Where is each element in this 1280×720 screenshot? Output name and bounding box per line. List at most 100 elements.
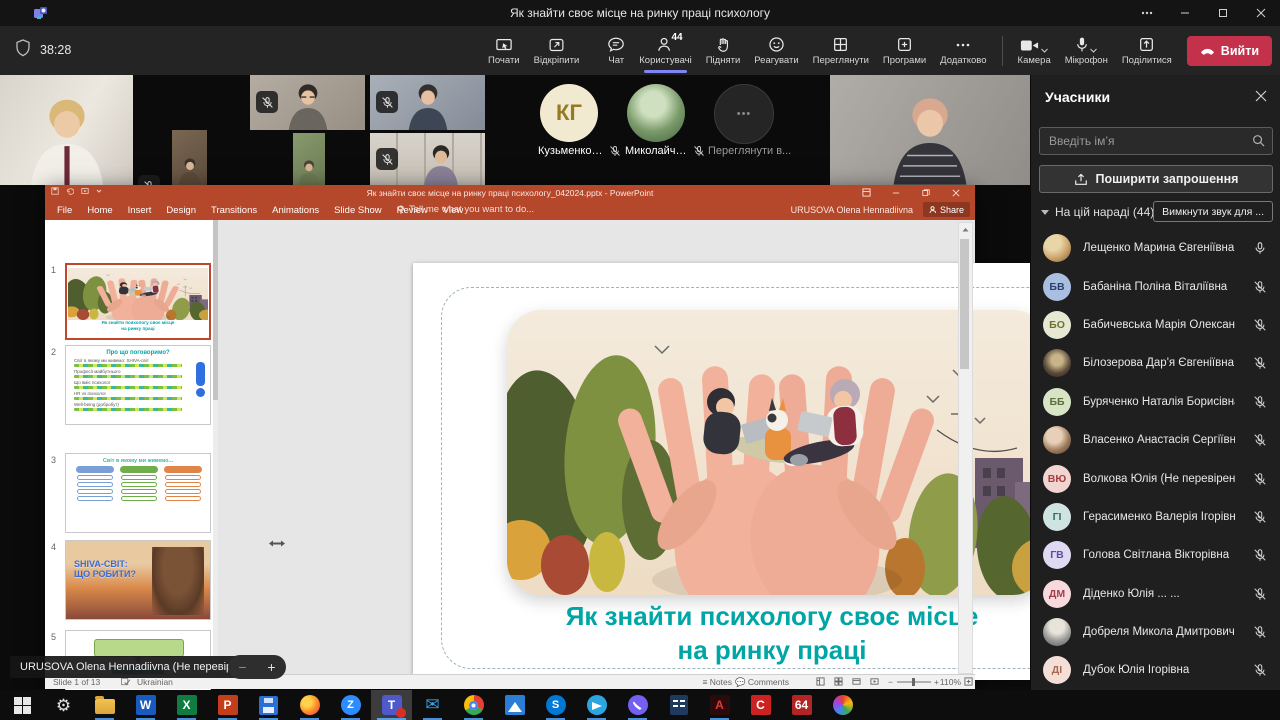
excel-taskbar-icon[interactable]: X — [166, 690, 207, 720]
participant-row[interactable]: Власенко Анастасія Сергіївна — [1031, 421, 1280, 459]
sorter-view-icon[interactable] — [834, 677, 843, 686]
chat-button[interactable]: Чат — [600, 26, 632, 75]
notes-button[interactable]: ≡ Notes — [702, 677, 732, 687]
zoom-out-button[interactable]: − — [888, 677, 893, 687]
video-tile[interactable] — [0, 75, 133, 185]
view-more-label[interactable]: Переглянути в... — [708, 145, 791, 157]
telegram-taskbar-icon[interactable] — [576, 690, 617, 720]
mic-off-icon[interactable] — [1253, 510, 1267, 524]
slide-thumbnail-3[interactable]: Світ в якому ми живемо... — [65, 453, 211, 533]
slide-thumbnail-4[interactable]: SHIVA-СВІТ:ЩО РОБИТИ? — [65, 540, 211, 620]
ppt-share-button[interactable]: Share — [923, 202, 970, 217]
slide-scrollbar[interactable] — [958, 222, 973, 674]
mic-off-icon[interactable] — [1253, 548, 1267, 562]
start-taskbar-icon[interactable] — [2, 690, 43, 720]
start-recording-button[interactable]: Почати — [481, 26, 527, 75]
participant-row[interactable]: БББуряченко Наталія Борисівна — [1031, 383, 1280, 421]
window-minimize-icon[interactable] — [1166, 0, 1204, 26]
participant-row[interactable]: БВБабаніна Поліна Віталіївна — [1031, 267, 1280, 305]
slideshow-view-icon[interactable] — [870, 677, 879, 686]
zoom-taskbar-icon[interactable]: Z — [330, 690, 371, 720]
photos-taskbar-icon[interactable] — [494, 690, 535, 720]
acrobat-taskbar-icon[interactable]: A — [699, 690, 740, 720]
zoom-level[interactable]: 110% — [940, 677, 961, 687]
camera-chevron-icon[interactable] — [1041, 48, 1048, 53]
ribbon-tab-transitions[interactable]: Transitions — [211, 205, 257, 216]
participant-row[interactable]: ДМДіденко Юлія ... ... — [1031, 575, 1280, 613]
video-tile[interactable] — [250, 75, 365, 130]
participant-row[interactable]: Білозерова Дар'я Євгеніївна — [1031, 344, 1280, 382]
video-tile[interactable] — [293, 133, 325, 185]
window-more-icon[interactable] — [1128, 0, 1166, 26]
leave-button[interactable]: Вийти — [1187, 36, 1272, 66]
mic-off-icon[interactable] — [1253, 625, 1267, 639]
microphone-chevron-icon[interactable] — [1090, 48, 1097, 53]
participant-row[interactable]: ГВГолова Світлана Вікторівна — [1031, 536, 1280, 574]
ribbon-tab-animations[interactable]: Animations — [272, 205, 319, 216]
more-actions-button[interactable]: Додатково — [933, 26, 993, 75]
share-invite-button[interactable]: Поширити запрошення — [1039, 165, 1273, 193]
viber-taskbar-icon[interactable] — [617, 690, 658, 720]
mic-off-icon[interactable] — [1253, 472, 1267, 486]
floppy-app-taskbar-icon[interactable] — [248, 690, 289, 720]
tell-me-box[interactable]: Tell me what you want to do... — [397, 204, 534, 215]
participant-row[interactable]: ГІГерасименко Валерія Ігорівна — [1031, 498, 1280, 536]
ppt-minimize-icon[interactable] — [881, 185, 911, 200]
account-name[interactable]: URUSOVA Olena Hennadiivna — [791, 205, 913, 215]
settings-taskbar-icon[interactable]: ⚙ — [43, 690, 84, 720]
raise-hand-button[interactable]: Підняти — [699, 26, 748, 75]
mic-off-icon[interactable] — [1253, 663, 1267, 677]
zoom-out-icon[interactable]: − — [238, 659, 246, 675]
mic-off-icon[interactable] — [1253, 395, 1267, 409]
teams-taskbar-icon[interactable]: T — [371, 690, 412, 720]
language-indicator[interactable]: Ukrainian — [137, 677, 173, 687]
participant-row[interactable]: ВЮВолкова Юлія (Не перевірено) — [1031, 459, 1280, 497]
explorer-taskbar-icon[interactable] — [84, 690, 125, 720]
fit-to-window-icon[interactable] — [964, 677, 973, 686]
share-button[interactable]: Поділитися — [1115, 26, 1179, 75]
normal-view-icon[interactable] — [816, 677, 825, 686]
participant-search-input[interactable] — [1039, 127, 1273, 155]
slide-indicator[interactable]: Slide 1 of 13 — [53, 677, 100, 687]
mute-all-button[interactable]: Вимкнути звук для ... — [1153, 201, 1273, 222]
reading-view-icon[interactable] — [852, 677, 861, 686]
participant-row[interactable]: БОБабичевська Марія Олексан... — [1031, 306, 1280, 344]
ribbon-tab-design[interactable]: Design — [166, 205, 196, 216]
microphone-button[interactable]: Мікрофон — [1058, 26, 1115, 75]
mic-off-icon[interactable] — [1253, 280, 1267, 294]
mail-taskbar-icon[interactable]: ✉ — [412, 690, 453, 720]
react-button[interactable]: Реагувати — [747, 26, 805, 75]
spellcheck-icon[interactable] — [121, 677, 130, 686]
word-taskbar-icon[interactable]: W — [125, 690, 166, 720]
firefox-taskbar-icon[interactable] — [289, 690, 330, 720]
ribbon-tab-file[interactable]: File — [57, 205, 72, 216]
slide-thumbnail-1[interactable]: Як знайти психологу своє місцена ринку п… — [65, 263, 211, 340]
window-close-icon[interactable] — [1242, 0, 1280, 26]
in-meeting-section[interactable]: На цій нараді (44) — [1041, 205, 1154, 219]
chrome-taskbar-icon[interactable] — [453, 690, 494, 720]
overflow-participants-tile[interactable]: ••• — [714, 84, 774, 144]
mic-off-icon[interactable] — [1253, 587, 1267, 601]
window-maximize-icon[interactable] — [1204, 0, 1242, 26]
participant-row[interactable]: Лещенко Марина Євгеніївна — [1031, 229, 1280, 267]
video-tile-speaker[interactable] — [830, 75, 1030, 185]
ppt-restore-icon[interactable] — [911, 185, 941, 200]
red-c-app-taskbar-icon[interactable]: C — [740, 690, 781, 720]
ribbon-tab-home[interactable]: Home — [87, 205, 112, 216]
mic-off-icon[interactable] — [1253, 433, 1267, 447]
calculator-taskbar-icon[interactable] — [658, 690, 699, 720]
zoom-in-button[interactable]: + — [934, 677, 939, 687]
apps-button[interactable]: Програми — [876, 26, 933, 75]
mic-off-icon[interactable] — [1253, 318, 1267, 332]
participant-row[interactable]: Добреля Микола Дмитрович — [1031, 613, 1280, 651]
paint-app-taskbar-icon[interactable] — [822, 690, 863, 720]
slide-thumbnail-2[interactable]: Про що поговоримо? Світ в якому ми живем… — [65, 345, 211, 425]
64-app-taskbar-icon[interactable]: 64 — [781, 690, 822, 720]
camera-button[interactable]: Камера — [1011, 26, 1058, 75]
zoom-in-icon[interactable]: + — [267, 659, 275, 675]
participants-button[interactable]: 44 Користувачі — [632, 26, 698, 75]
ribbon-options-icon[interactable] — [851, 185, 881, 200]
video-tile[interactable] — [172, 130, 207, 185]
avatar-photo-tile[interactable] — [627, 84, 685, 142]
powerpoint-taskbar-icon[interactable]: P — [207, 690, 248, 720]
